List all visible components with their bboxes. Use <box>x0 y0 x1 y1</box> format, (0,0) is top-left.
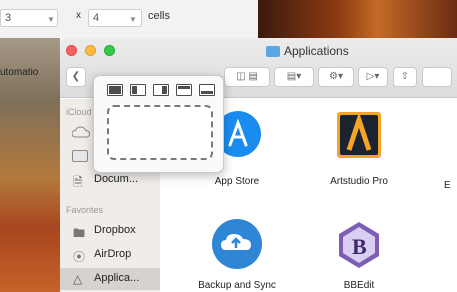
sidebar-header-favorites: Favorites <box>66 205 104 215</box>
sidebar-item-label: AirDrop <box>94 248 132 260</box>
drop-area[interactable] <box>107 105 213 160</box>
partial-app-name: E <box>444 180 451 191</box>
document-icon: 🗎 <box>73 175 83 189</box>
bbedit-icon: B <box>339 222 379 268</box>
backup-sync-icon <box>212 219 262 269</box>
layout-1-icon[interactable] <box>107 84 123 96</box>
app-name: Backup and Sync <box>198 280 276 291</box>
sidebar-item-label: Docum... <box>94 173 139 185</box>
number-field-1[interactable]: 3 ▼ <box>0 9 58 27</box>
number-field-2-value: 4 <box>93 12 100 24</box>
background-app-toolbar: 3 ▼ x 4 ▼ cells <box>0 0 457 38</box>
desktop-icon <box>72 150 88 162</box>
sidebar-item-applications[interactable]: △ Applica... <box>60 268 160 290</box>
number-field-1-value: 3 <box>5 12 12 24</box>
app-name: Artstudio Pro <box>330 176 388 187</box>
layout-3-icon[interactable] <box>153 84 169 96</box>
layout-5-icon[interactable] <box>199 84 215 96</box>
app-item-backup-and-sync[interactable]: Backup and Sync <box>192 218 282 292</box>
layout-4-icon[interactable] <box>176 84 192 96</box>
sidebar-item-label: Applica... <box>94 272 140 284</box>
chevron-left-icon: ❮ <box>71 71 81 82</box>
folder-icon <box>266 46 280 57</box>
arrange-icon: ▤▾ <box>286 71 302 82</box>
tags-button[interactable]: ▷▾ <box>358 67 388 87</box>
cells-label: cells <box>148 10 171 22</box>
sidebar-header-icloud: iCloud <box>66 107 92 117</box>
number-field-2[interactable]: 4 ▼ <box>88 9 142 27</box>
app-item-bbedit[interactable]: B BBEdit <box>314 218 404 292</box>
window-title-text: Applications <box>284 44 349 58</box>
zoom-window-button[interactable] <box>104 45 115 56</box>
sidebar-item-airdrop[interactable]: ⦿ AirDrop <box>60 244 160 266</box>
artstudio-icon <box>337 112 381 158</box>
minimize-window-button[interactable] <box>85 45 96 56</box>
applications-icon: △ <box>73 272 83 286</box>
svg-text:B: B <box>352 234 367 259</box>
desktop-partial-text: utomatio <box>0 67 39 78</box>
arrange-button[interactable]: ▤▾ <box>274 67 314 87</box>
tag-icon: ▷▾ <box>366 71 380 82</box>
airdrop-icon: ⦿ <box>73 250 86 264</box>
app-name: BBEdit <box>343 280 375 291</box>
toolbar-extra-button[interactable] <box>422 67 452 87</box>
view-mode-buttons[interactable]: ◫ ▤ <box>224 67 270 87</box>
share-button[interactable]: ⇧ <box>393 67 417 87</box>
app-name: App Store <box>214 176 260 187</box>
background-photo <box>258 0 457 38</box>
cloud-icon <box>72 126 90 138</box>
sidebar-item-dropbox[interactable]: 🖿 Dropbox <box>60 220 160 242</box>
cover-flow-icon[interactable]: ▤ <box>248 71 257 82</box>
action-button[interactable]: ⚙▾ <box>318 67 354 87</box>
times-symbol: x <box>76 10 81 21</box>
sidebar-item-label: Dropbox <box>94 224 136 236</box>
chevron-down-icon[interactable]: ▼ <box>129 12 137 28</box>
app-item-artstudio-pro[interactable]: Artstudio Pro <box>314 110 404 190</box>
back-button[interactable]: ❮ <box>66 67 86 87</box>
share-icon: ⇧ <box>400 71 410 82</box>
layout-2-icon[interactable] <box>130 84 146 96</box>
gear-icon: ⚙▾ <box>329 71 343 82</box>
layout-popover <box>93 75 224 173</box>
chevron-down-icon[interactable]: ▼ <box>47 12 55 28</box>
column-view-icon[interactable]: ◫ <box>236 71 245 82</box>
close-window-button[interactable] <box>66 45 77 56</box>
folder-icon: 🖿 <box>73 226 86 240</box>
